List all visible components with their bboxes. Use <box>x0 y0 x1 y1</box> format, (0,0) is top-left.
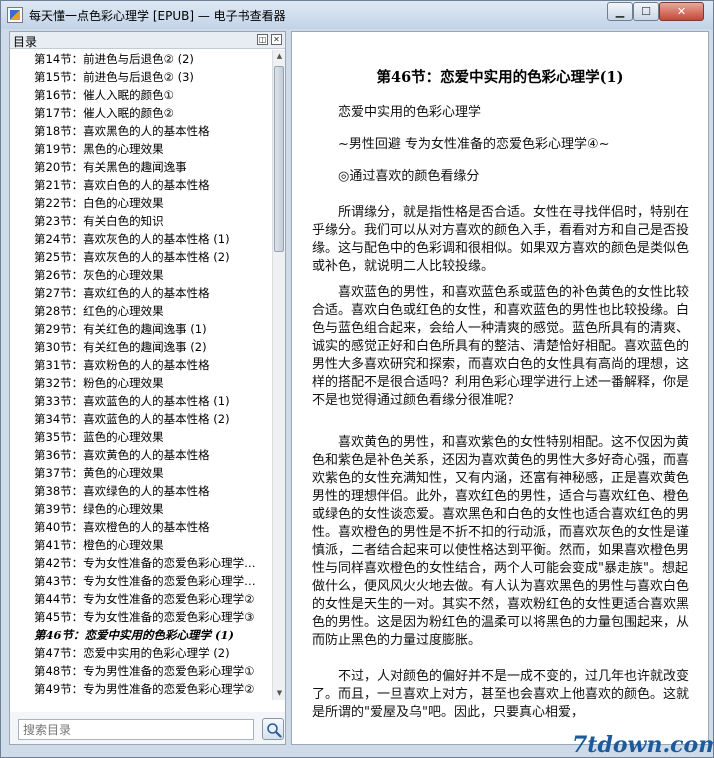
toc-item[interactable]: 第20节：有关黑色的趣闻逸事 <box>34 158 270 176</box>
pin-icon[interactable]: ◫ <box>257 34 268 45</box>
toc-item[interactable]: 第45节：专为女性准备的恋爱色彩心理学③ <box>34 608 270 626</box>
toc-item[interactable]: 第42节：专为女性准备的恋爱色彩心理学… <box>34 554 270 572</box>
toc-item[interactable]: 第31节：喜欢粉色的人的基本性格 <box>34 356 270 374</box>
toc-item[interactable]: 第40节：喜欢橙色的人的基本性格 <box>34 518 270 536</box>
paragraph-3: 喜欢黄色的男性，和喜欢紫色的女性特别相配。这不仅因为黄色和紫色是补色关系，还因为… <box>312 435 690 648</box>
toc-item[interactable]: 第30节：有关红色的趣闻逸事 (2) <box>34 338 270 356</box>
toc-item[interactable]: 第32节：粉色的心理效果 <box>34 374 270 392</box>
toc-item[interactable]: 第21节：喜欢白色的人的基本性格 <box>34 176 270 194</box>
close-button[interactable]: ✕ <box>659 2 704 21</box>
toc-item[interactable]: 第23节：有关白色的知识 <box>34 212 270 230</box>
toc-item-active[interactable]: 第46节：恋爱中实用的色彩心理学 (1) <box>34 626 270 644</box>
toc-item[interactable]: 第43节：专为女性准备的恋爱色彩心理学… <box>34 572 270 590</box>
scroll-thumb[interactable] <box>274 66 284 252</box>
subtitle-3: ◎通过喜欢的颜色看缘分 <box>338 169 480 184</box>
toc-scrollbar[interactable]: ▲ ▼ <box>272 50 285 700</box>
app-icon <box>7 7 23 23</box>
toc-item[interactable]: 第36节：喜欢黄色的人的基本性格 <box>34 446 270 464</box>
toc-search-input[interactable] <box>18 719 254 740</box>
toc-item[interactable]: 第25节：喜欢灰色的人的基本性格 (2) <box>34 248 270 266</box>
toc-item[interactable]: 第14节：前进色与后退色② (2) <box>34 50 270 68</box>
toc-header: 目录 ◫ ✕ <box>10 32 285 49</box>
search-icon <box>267 723 282 738</box>
toc-item[interactable]: 第15节：前进色与后退色② (3) <box>34 68 270 86</box>
toc-item[interactable]: 第29节：有关红色的趣闻逸事 (1) <box>34 320 270 338</box>
paragraph-1: 所谓缘分，就是指性格是否合适。女性在寻找伴侣时，特别在乎缘分。我们可以从对方喜欢… <box>312 205 690 274</box>
toc-item[interactable]: 第16节：催人入眠的颜色① <box>34 86 270 104</box>
panel-close-icon[interactable]: ✕ <box>271 34 282 45</box>
paragraph-2: 喜欢蓝色的男性，和喜欢蓝色系或蓝色的补色黄色的女性比较合适。喜欢白色或红色的女性… <box>312 285 690 408</box>
toc-item[interactable]: 第33节：喜欢蓝色的人的基本性格 (1) <box>34 392 270 410</box>
toc-item[interactable]: 第28节：红色的心理效果 <box>34 302 270 320</box>
scroll-up-icon[interactable]: ▲ <box>273 50 286 63</box>
toc-item[interactable]: 第24节：喜欢灰色的人的基本性格 (1) <box>34 230 270 248</box>
toc-item[interactable]: 第19节：黑色的心理效果 <box>34 140 270 158</box>
toc-item[interactable]: 第22节：白色的心理效果 <box>34 194 270 212</box>
scroll-down-icon[interactable]: ▼ <box>273 687 286 700</box>
window-title: 每天懂一点色彩心理学 [EPUB] — 电子书查看器 <box>29 9 286 23</box>
toc-list: 第14节：前进色与后退色② (2) 第15节：前进色与后退色② (3) 第16节：催… <box>10 50 272 700</box>
app-window: 每天懂一点色彩心理学 [EPUB] — 电子书查看器 ▁ ☐ ✕ 目录 ◫ ✕ … <box>0 0 714 758</box>
toc-item[interactable]: 第48节：专为男性准备的恋爱色彩心理学① <box>34 662 270 680</box>
search-bar <box>10 712 285 744</box>
minimize-button[interactable]: ▁ <box>607 2 633 21</box>
toc-item[interactable]: 第47节：恋爱中实用的色彩心理学 (2) <box>34 644 270 662</box>
toc-item[interactable]: 第39节：绿色的心理效果 <box>34 500 270 518</box>
toc-item[interactable]: 第35节：蓝色的心理效果 <box>34 428 270 446</box>
subtitle-2: ~男性回避 专为女性准备的恋爱色彩心理学④~ <box>338 137 610 152</box>
toc-item[interactable]: 第41节：橙色的心理效果 <box>34 536 270 554</box>
watermark-text: 7tdown.com <box>572 732 714 758</box>
title-bar[interactable]: 每天懂一点色彩心理学 [EPUB] — 电子书查看器 ▁ ☐ ✕ <box>1 1 713 29</box>
toc-item[interactable]: 第37节：黄色的心理效果 <box>34 464 270 482</box>
reader-pane: 第46节：恋爱中实用的色彩心理学(1) 恋爱中实用的色彩心理学 ~男性回避 专为… <box>291 31 709 745</box>
toc-item[interactable]: 第17节：催人入眠的颜色② <box>34 104 270 122</box>
toc-item[interactable]: 第34节：喜欢蓝色的人的基本性格 (2) <box>34 410 270 428</box>
toc-item[interactable]: 第18节：喜欢黑色的人的基本性格 <box>34 122 270 140</box>
chapter-title: 第46节：恋爱中实用的色彩心理学(1) <box>376 69 624 86</box>
toc-item[interactable]: 第44节：专为女性准备的恋爱色彩心理学② <box>34 590 270 608</box>
toc-item[interactable]: 第27节：喜欢红色的人的基本性格 <box>34 284 270 302</box>
maximize-button[interactable]: ☐ <box>633 2 659 21</box>
toc-item[interactable]: 第26节：灰色的心理效果 <box>34 266 270 284</box>
search-button[interactable] <box>262 718 284 740</box>
toc-item[interactable]: 第49节：专为男性准备的恋爱色彩心理学② <box>34 680 270 698</box>
toc-item[interactable]: 第38节：喜欢绿色的人的基本性格 <box>34 482 270 500</box>
paragraph-4: 不过，人对颜色的偏好并不是一成不变的，过几年也许就改变了。而且，一旦喜欢上对方，… <box>312 669 690 720</box>
subtitle-1: 恋爱中实用的色彩心理学 <box>338 105 482 120</box>
toc-panel: 目录 ◫ ✕ 第14节：前进色与后退色② (2) 第15节：前进色与后退色② (3… <box>9 31 286 745</box>
toc-title: 目录 <box>13 35 38 49</box>
